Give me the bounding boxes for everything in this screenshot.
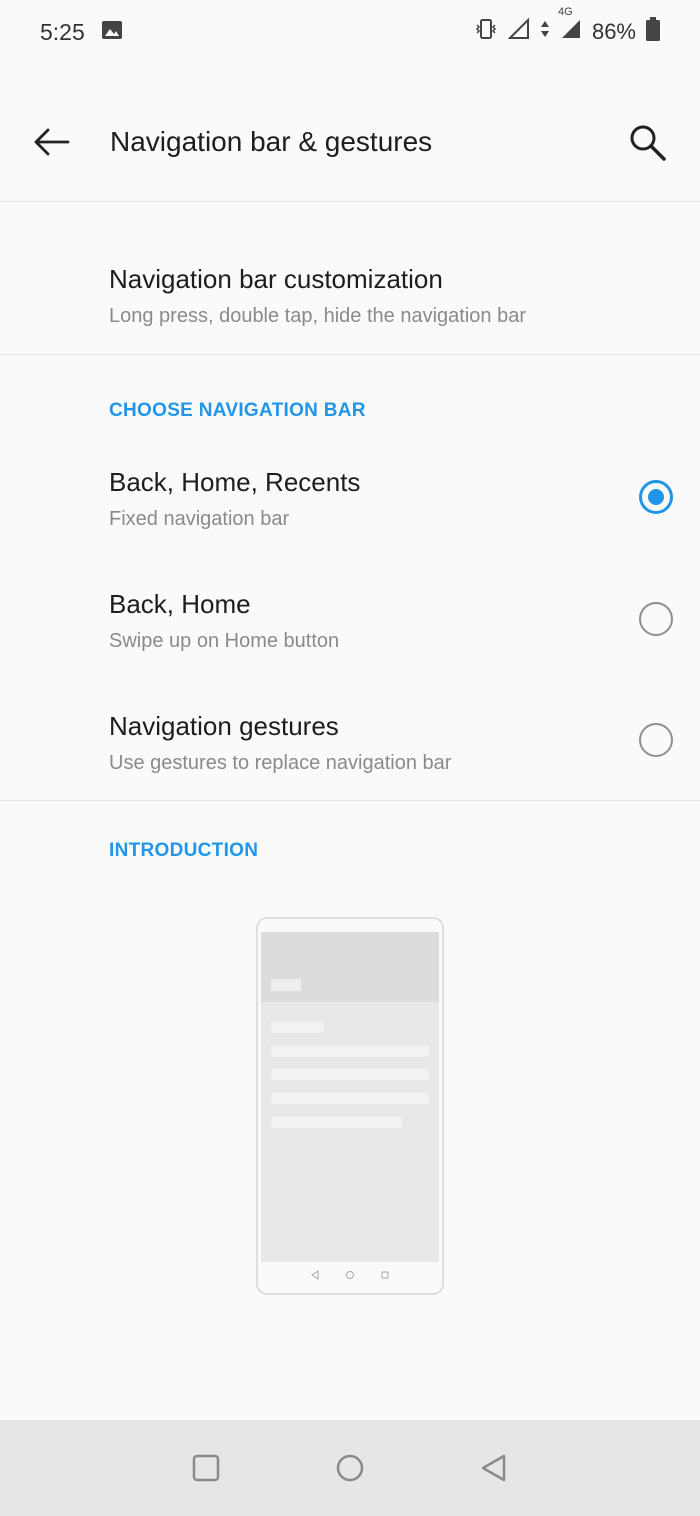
battery-icon xyxy=(646,17,660,47)
option-subtitle: Swipe up on Home button xyxy=(109,630,340,652)
option-title: Back, Home, Recents xyxy=(109,467,361,497)
option-title: Navigation gestures xyxy=(109,711,339,741)
battery-percentage: 86% xyxy=(591,19,636,44)
circle-home-icon xyxy=(336,1454,364,1482)
divider xyxy=(0,800,700,801)
radio-back-home[interactable] xyxy=(639,602,673,636)
phone-illustration xyxy=(256,917,444,1295)
radio-navigation-gestures[interactable] xyxy=(639,723,673,757)
radio-back-home-recents[interactable] xyxy=(639,480,673,514)
item-subtitle: Long press, double tap, hide the navigat… xyxy=(109,305,526,327)
section-header-choose-navigation-bar: CHOOSE NAVIGATION BAR xyxy=(109,400,366,421)
back-nav-button[interactable] xyxy=(472,1446,516,1490)
system-navigation-bar xyxy=(0,1420,700,1516)
signal-4g-icon: 4G xyxy=(558,6,582,46)
search-button[interactable] xyxy=(628,124,670,166)
option-back-home[interactable]: Back, Home Swipe up on Home button xyxy=(109,589,629,653)
divider xyxy=(0,354,700,355)
page-title: Navigation bar & gestures xyxy=(110,126,433,157)
vibrate-icon xyxy=(474,17,498,47)
home-button[interactable] xyxy=(328,1446,372,1490)
option-title: Back, Home xyxy=(109,589,251,619)
status-right: 4G 86% xyxy=(474,6,660,47)
option-subtitle: Fixed navigation bar xyxy=(109,508,290,530)
section-header-introduction: INTRODUCTION xyxy=(109,840,259,861)
divider xyxy=(0,201,700,202)
back-button[interactable] xyxy=(30,122,74,162)
data-arrows-icon xyxy=(540,18,550,46)
option-navigation-gestures[interactable]: Navigation gestures Use gestures to repl… xyxy=(109,711,629,775)
signal-empty-icon xyxy=(507,17,530,46)
app-bar: Navigation bar & gestures xyxy=(0,82,700,200)
triangle-back-icon xyxy=(481,1454,506,1482)
status-time: 5:25 xyxy=(40,18,85,45)
item-title: Navigation bar customization xyxy=(109,264,443,294)
network-type: 4G xyxy=(557,6,573,18)
recents-button[interactable] xyxy=(184,1446,228,1490)
search-icon xyxy=(630,125,666,161)
option-subtitle: Use gestures to replace navigation bar xyxy=(109,752,452,774)
option-back-home-recents[interactable]: Back, Home, Recents Fixed navigation bar xyxy=(109,467,629,531)
status-left: 5:25 xyxy=(40,19,123,46)
image-notification-icon xyxy=(101,19,123,46)
square-recents-icon xyxy=(192,1454,220,1482)
status-bar: 5:25 4G 86% xyxy=(0,0,700,64)
arrow-back-icon xyxy=(34,128,70,156)
navigation-bar-customization-item[interactable]: Navigation bar customization Long press,… xyxy=(109,264,629,328)
